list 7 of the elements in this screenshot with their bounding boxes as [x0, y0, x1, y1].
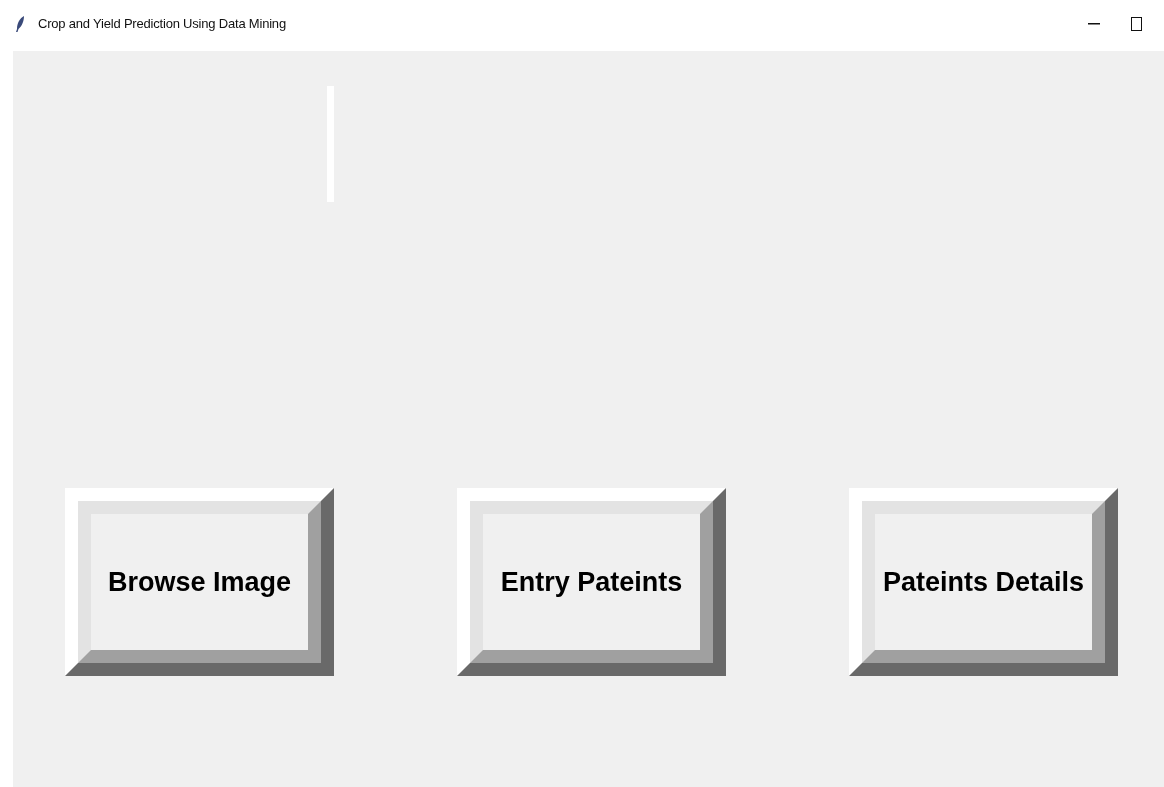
window-title: Crop and Yield Prediction Using Data Mining: [38, 16, 286, 31]
maximize-icon[interactable]: [1131, 16, 1142, 31]
bevel-button[interactable]: Pateints Details: [849, 488, 1118, 676]
bevel-button[interactable]: Browse Image: [65, 488, 334, 676]
bevel-button[interactable]: Entry Pateints: [457, 488, 726, 676]
feather-icon: [15, 14, 25, 33]
minimize-icon[interactable]: [1088, 22, 1100, 25]
